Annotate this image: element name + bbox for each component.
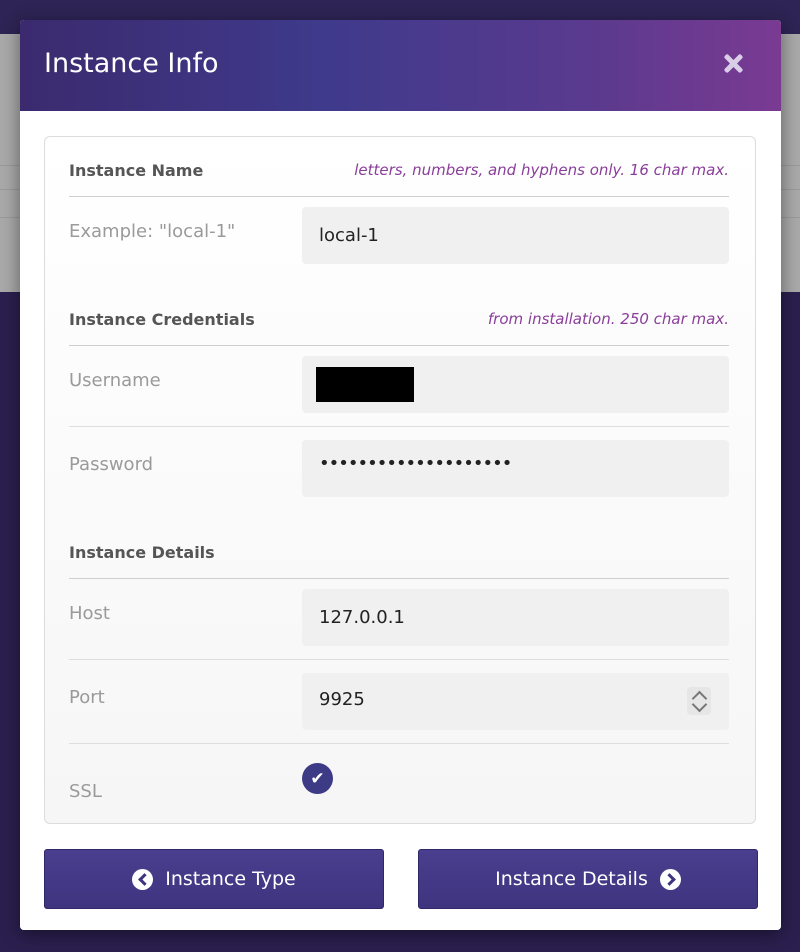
- username-row: Username: [69, 356, 729, 427]
- back-button-label: Instance Type: [165, 868, 296, 890]
- password-label: Password: [69, 454, 154, 475]
- close-icon[interactable]: [719, 50, 747, 78]
- chevron-right-circle-icon: [659, 868, 681, 890]
- section-label: Instance Credentials: [69, 310, 255, 329]
- port-row: Port 9925: [69, 673, 729, 744]
- password-input[interactable]: ••••••••••••••••••••: [302, 440, 729, 497]
- section-label: Instance Name: [69, 161, 204, 180]
- password-row: Password ••••••••••••••••••••: [69, 440, 729, 524]
- instance-name-row: Example: "local-1": [69, 207, 729, 291]
- instance-name-input[interactable]: [302, 207, 729, 264]
- instance-form: Instance Name letters, numbers, and hyph…: [44, 136, 756, 824]
- instance-name-label: Example: "local-1": [69, 221, 236, 242]
- host-row: Host: [69, 589, 729, 660]
- redacted-username: [316, 367, 414, 402]
- ssl-label: SSL: [69, 781, 102, 802]
- section-instance-credentials: Instance Credentials from installation. …: [69, 310, 729, 346]
- port-value: 9925: [319, 689, 365, 710]
- section-instance-name: Instance Name letters, numbers, and hyph…: [69, 161, 729, 197]
- section-instance-details: Instance Details: [69, 543, 729, 579]
- ssl-row: SSL ✔: [69, 763, 729, 813]
- next-button-label: Instance Details: [495, 868, 648, 890]
- port-stepper-icon[interactable]: [687, 687, 711, 715]
- chevron-left-circle-icon: [132, 868, 154, 890]
- section-hint: letters, numbers, and hyphens only. 16 c…: [354, 161, 729, 179]
- password-value: ••••••••••••••••••••: [319, 453, 512, 474]
- port-input[interactable]: 9925: [302, 673, 729, 730]
- modal-title: Instance Info: [44, 48, 219, 79]
- instance-info-modal: Instance Info Instance Name letters, num…: [20, 20, 781, 930]
- section-label: Instance Details: [69, 543, 215, 562]
- port-label: Port: [69, 687, 105, 708]
- host-label: Host: [69, 603, 110, 624]
- username-label: Username: [69, 370, 161, 391]
- ssl-checkbox[interactable]: ✔: [302, 763, 333, 794]
- instance-details-next-button[interactable]: Instance Details: [418, 849, 758, 909]
- username-input[interactable]: [302, 356, 729, 413]
- host-input[interactable]: [302, 589, 729, 646]
- modal-header: Instance Info: [20, 20, 781, 111]
- instance-type-back-button[interactable]: Instance Type: [44, 849, 384, 909]
- modal-body: Instance Name letters, numbers, and hyph…: [20, 111, 781, 930]
- section-hint: from installation. 250 char max.: [487, 310, 729, 328]
